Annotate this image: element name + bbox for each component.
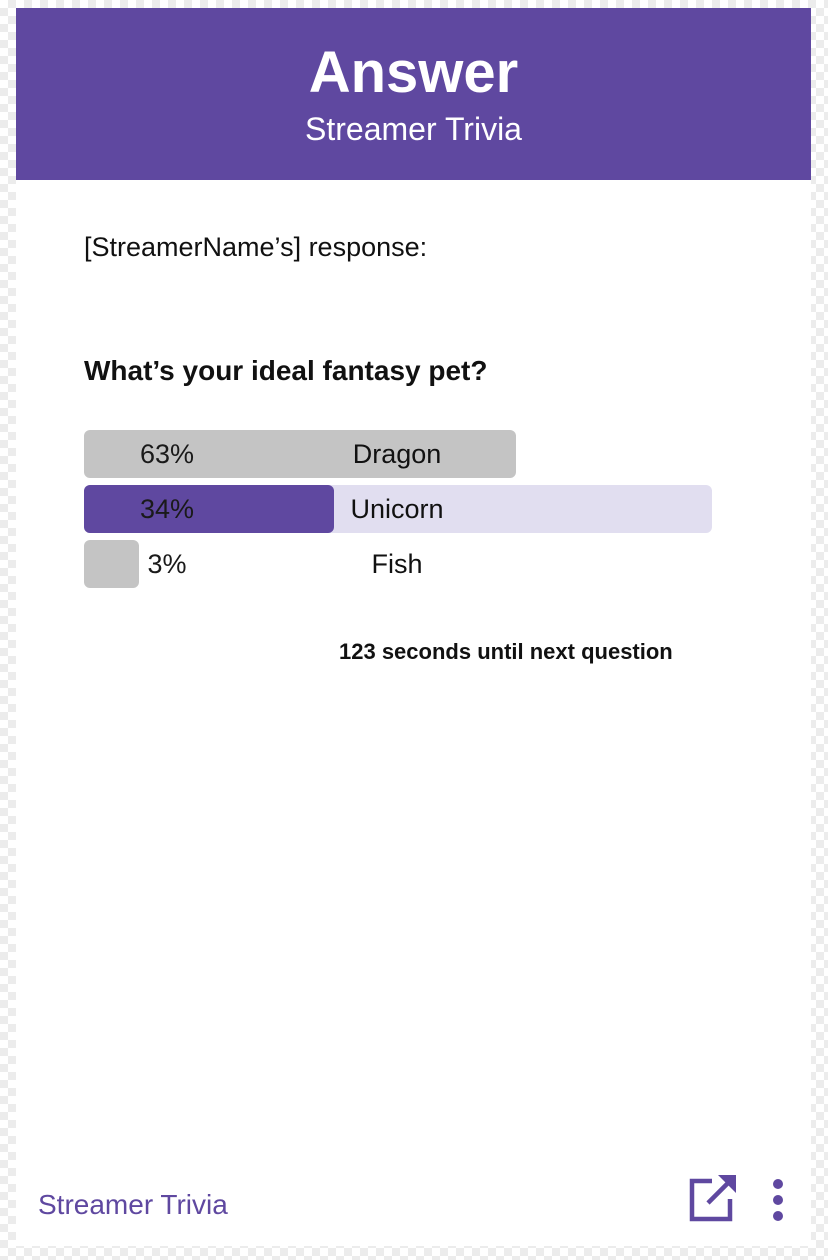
- popout-button[interactable]: [688, 1171, 740, 1223]
- streamer-response-label: [StreamerName’s] response:: [84, 232, 428, 262]
- answer-percent-dragon: 63%: [139, 439, 195, 469]
- trivia-panel: Answer Streamer Trivia [StreamerName’s] …: [16, 8, 811, 1246]
- footer-title: Streamer Trivia: [38, 1189, 228, 1220]
- more-vertical-icon: [773, 1179, 783, 1221]
- page-subtitle: Streamer Trivia: [305, 111, 522, 147]
- answer-label-dragon: Dragon: [352, 439, 442, 469]
- next-question-timer: 123 seconds until next question: [339, 639, 673, 664]
- answer-option-dragon: 63% Dragon: [84, 430, 712, 478]
- more-options-button[interactable]: [766, 1176, 790, 1224]
- answer-percent-fish: 3%: [147, 549, 187, 579]
- answer-label-unicorn: Unicorn: [350, 494, 444, 524]
- answer-option-fish: 3% Fish: [84, 540, 712, 588]
- question-text: What’s your ideal fantasy pet?: [84, 355, 488, 386]
- header: Answer Streamer Trivia: [16, 8, 811, 180]
- external-link-icon: [689, 1175, 736, 1222]
- page-title: Answer: [308, 40, 519, 105]
- answer-option-unicorn: 34% Unicorn: [84, 485, 712, 533]
- answer-percent-unicorn: 34%: [139, 494, 195, 524]
- answer-label-fish: Fish: [371, 549, 423, 579]
